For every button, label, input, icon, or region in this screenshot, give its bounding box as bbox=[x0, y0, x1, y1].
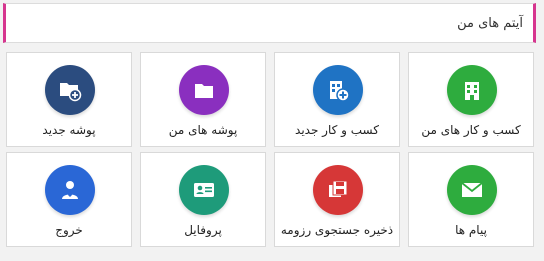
tile-logout[interactable]: خروج bbox=[6, 152, 132, 247]
section-header: آیتم های من bbox=[3, 3, 536, 43]
tile-label: ذخیره جستجوی رزومه bbox=[280, 223, 394, 237]
tile-label: پوشه های من bbox=[168, 123, 238, 137]
page-title: آیتم های من bbox=[457, 15, 523, 31]
tile-my-folders[interactable]: پوشه های من bbox=[140, 52, 266, 147]
tile-label: کسب و کار های من bbox=[421, 123, 521, 137]
tile-profile[interactable]: پروفایل bbox=[140, 152, 266, 247]
envelope-icon bbox=[447, 165, 497, 215]
folder-icon bbox=[179, 65, 229, 115]
tile-label: کسب و کار جدید bbox=[295, 123, 379, 137]
tile-label: پیام ها bbox=[455, 223, 487, 237]
tiles-grid: کسب و کار های من کسب و کار جدید پوشه های… bbox=[6, 52, 536, 257]
save-search-icon bbox=[313, 165, 363, 215]
tile-messages[interactable]: پیام ها bbox=[408, 152, 534, 247]
add-folder-icon bbox=[45, 65, 95, 115]
tile-saved-resume-search[interactable]: ذخیره جستجوی رزومه bbox=[274, 152, 400, 247]
tile-my-businesses[interactable]: کسب و کار های من bbox=[408, 52, 534, 147]
tile-label: پوشه جدید bbox=[42, 123, 96, 137]
tile-label: پروفایل bbox=[184, 223, 222, 237]
tile-new-business[interactable]: کسب و کار جدید bbox=[274, 52, 400, 147]
building-icon bbox=[447, 65, 497, 115]
tile-label: خروج bbox=[55, 223, 83, 237]
tile-new-folder[interactable]: پوشه جدید bbox=[6, 52, 132, 147]
id-card-icon bbox=[179, 165, 229, 215]
user-logout-icon bbox=[45, 165, 95, 215]
add-building-icon bbox=[313, 65, 363, 115]
